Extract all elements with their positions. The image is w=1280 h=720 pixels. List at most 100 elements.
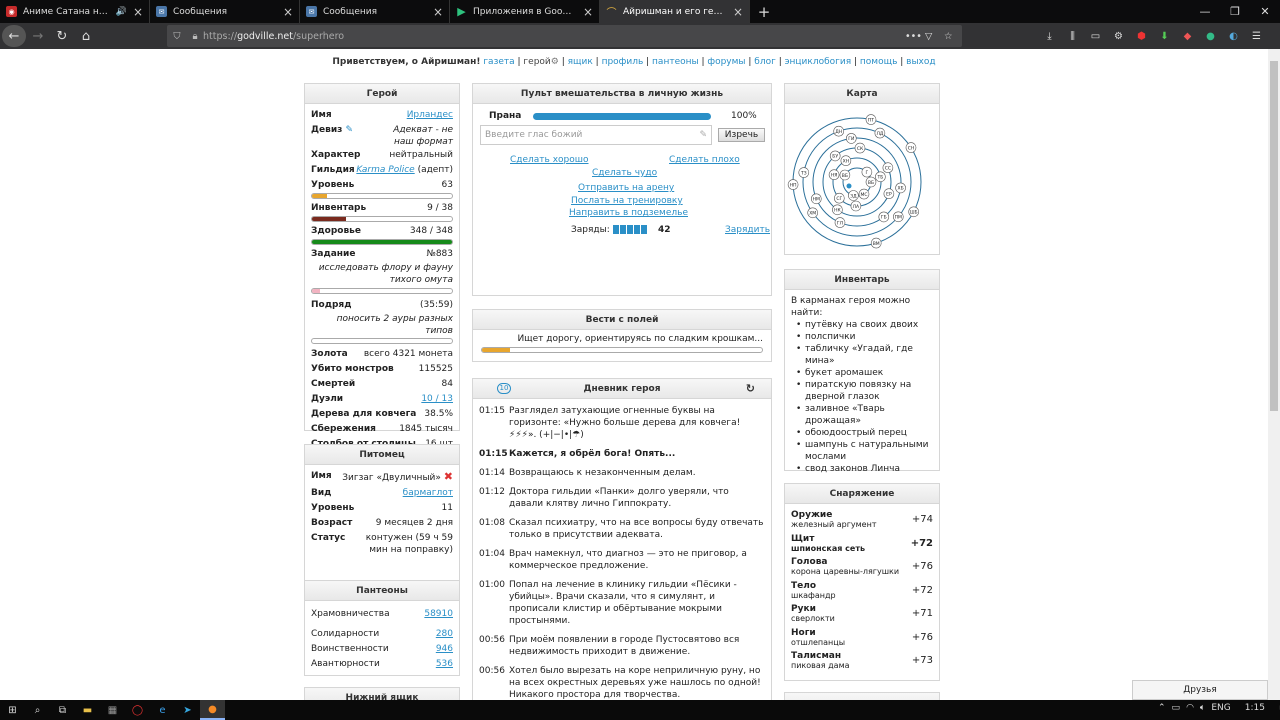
remove-pet-icon[interactable]: ✖	[444, 470, 453, 483]
library-icon[interactable]: ⫼	[1061, 26, 1084, 46]
send-training-link[interactable]: Послать на тренировку	[571, 196, 683, 206]
nav-link-forums[interactable]: форумы	[707, 57, 745, 67]
close-tab-icon[interactable]: ×	[133, 5, 143, 19]
equipment-item-name: железный аргумент	[791, 520, 877, 530]
nav-link-pantheons[interactable]: пантеоны	[652, 57, 699, 67]
voice-hint-icon[interactable]: ✎	[699, 130, 707, 140]
edit-icon[interactable]: ✎	[346, 125, 354, 135]
task-view-icon[interactable]: ⧉	[50, 700, 75, 720]
world-map[interactable]: ВБСГСКГБТЗСНЗДХНЕРНМЛДВМВБ ТБНКГИПМНПГЛАБ…	[785, 104, 939, 254]
close-tab-icon[interactable]: ×	[583, 5, 593, 19]
send-dungeon-link[interactable]: Направить в подземелье	[569, 208, 688, 218]
bookmark-star-icon[interactable]: ☆	[944, 31, 953, 42]
gear-icon[interactable]: ⚙	[551, 57, 559, 67]
browser-tab-anime[interactable]: ◉ Аниме Сатана на подрабо 🔊 ×	[0, 0, 150, 23]
friends-button[interactable]: Друзья	[1132, 680, 1268, 700]
shield-icon[interactable]: ⛉	[167, 31, 187, 42]
nav-link-hero[interactable]: герой	[523, 57, 550, 67]
map-town-label: НК	[834, 208, 841, 214]
sync-icon[interactable]: ◐	[1222, 26, 1245, 46]
tab-title: Сообщения	[323, 6, 378, 17]
do-miracle-link[interactable]: Сделать чудо	[592, 168, 657, 178]
address-bar[interactable]: ⛉ 🔒︎ https://godville.net/superhero ••• …	[167, 25, 962, 47]
browser-tab-messages-1[interactable]: ✉ Сообщения ×	[150, 0, 300, 23]
forward-button[interactable]: →	[26, 25, 50, 47]
nav-link-encyclopedia[interactable]: энциклобогия	[785, 57, 852, 67]
feat-text: поносить 2 ауры разных типов	[336, 314, 453, 336]
firefox-icon[interactable]: ●	[200, 700, 225, 720]
edge-icon[interactable]: e	[150, 700, 175, 720]
equipment-slot: Голова корона царевны-лягушки +76	[785, 555, 939, 579]
nav-link-profile[interactable]: профиль	[602, 57, 644, 67]
hero-duels-link[interactable]: 10 / 13	[421, 392, 453, 407]
temple-rank-link[interactable]: 58910	[424, 607, 453, 622]
page-actions-icon[interactable]: •••	[905, 31, 922, 42]
pet-kind-link[interactable]: бармаглот	[403, 486, 453, 501]
do-bad-link[interactable]: Сделать плохо	[669, 155, 740, 165]
map-town-label: СГ	[836, 196, 842, 202]
file-explorer-icon[interactable]: ▬	[75, 700, 100, 720]
browser-tab-messages-2[interactable]: ✉ Сообщения ×	[300, 0, 450, 23]
tray-chevron-icon[interactable]: ⌃	[1158, 703, 1166, 713]
close-window-icon[interactable]: ✕	[1250, 0, 1280, 23]
pantheons-header: Пантеоны	[305, 581, 459, 601]
language-indicator[interactable]: ENG	[1211, 703, 1230, 713]
menu-icon[interactable]: ☰	[1245, 26, 1268, 46]
do-good-link[interactable]: Сделать хорошо	[510, 155, 589, 165]
nav-link-help[interactable]: помощь	[860, 57, 897, 67]
vpn-icon[interactable]: ◆	[1176, 26, 1199, 46]
adventure-rank-link[interactable]: 536	[436, 657, 453, 672]
url-path: /superhero	[292, 30, 345, 42]
nav-link-logout[interactable]: выход	[906, 57, 935, 67]
voice-submit-button[interactable]: Изречь	[718, 128, 765, 142]
nav-link-blog[interactable]: блог	[754, 57, 776, 67]
close-tab-icon[interactable]: ×	[733, 5, 743, 19]
wifi-icon[interactable]: ◠	[1186, 703, 1194, 713]
scrollbar-thumb[interactable]	[1270, 61, 1278, 411]
nav-link-box[interactable]: ящик	[568, 57, 593, 67]
militancy-rank-link[interactable]: 946	[436, 642, 453, 657]
close-tab-icon[interactable]: ×	[433, 5, 443, 19]
close-tab-icon[interactable]: ×	[283, 5, 293, 19]
network-icon[interactable]: ▭	[1172, 703, 1181, 713]
restore-icon[interactable]: ❐	[1220, 0, 1250, 23]
nav-link-newspaper[interactable]: газета	[483, 57, 514, 67]
adblock-icon[interactable]: ⬢	[1130, 26, 1153, 46]
speaker-icon[interactable]: 🔊	[116, 7, 127, 17]
windows-start-icon[interactable]: ⊞	[0, 700, 25, 720]
app-icon[interactable]: ▦	[100, 700, 125, 720]
browser-tab-godville[interactable]: ⌒ Айришман и его герой ×	[600, 0, 750, 23]
home-button[interactable]: ⌂	[74, 25, 98, 47]
lock-icon[interactable]: 🔒︎	[187, 31, 203, 42]
map-panel: Карта ВБ СГ СК ГБ ТЗ СН ЗД ХН ЕР НМ ЛД ВМ ВБ ТБ НК ГИ ПМ…	[784, 83, 940, 255]
pocket-icon[interactable]: ▽	[925, 31, 932, 42]
send-arena-link[interactable]: Отправить на арену	[578, 183, 674, 193]
browser-tab-google-play[interactable]: ▶ Приложения в Google Play – G ×	[450, 0, 600, 23]
telegram-icon[interactable]: ➤	[175, 700, 200, 720]
recharge-link[interactable]: Зарядить	[725, 225, 770, 235]
prana-value: 100%	[731, 111, 757, 121]
search-icon[interactable]: ⌕	[25, 700, 50, 720]
minimize-icon[interactable]: —	[1190, 0, 1220, 23]
tracker-icon[interactable]: ●	[1199, 26, 1222, 46]
download-helper-icon[interactable]: ⬇	[1153, 26, 1176, 46]
opera-icon[interactable]: ◯	[125, 700, 150, 720]
diary-badge[interactable]: 10	[497, 383, 511, 394]
hero-name-link[interactable]: Ирландес	[407, 108, 453, 123]
new-tab-button[interactable]: +	[750, 0, 778, 23]
label: Воинственности	[311, 644, 389, 654]
clock[interactable]: 1:15	[1245, 703, 1265, 713]
label: Девиз ✎	[311, 125, 354, 135]
back-button[interactable]: ←	[2, 25, 26, 47]
page-scrollbar[interactable]	[1268, 49, 1280, 700]
solidarity-rank-link[interactable]: 280	[436, 627, 453, 642]
guild-link[interactable]: Karma Police	[356, 165, 414, 175]
reload-button[interactable]: ↻	[50, 25, 74, 47]
download-icon[interactable]: ⤓	[1038, 26, 1061, 46]
inventory-header: Инвентарь	[785, 270, 939, 290]
reader-icon[interactable]: ▭	[1084, 26, 1107, 46]
extension-icon[interactable]: ⚙	[1107, 26, 1130, 46]
voice-input[interactable]: Введите глас божий ✎	[480, 125, 712, 145]
refresh-icon[interactable]: ↻	[746, 379, 755, 399]
volume-icon[interactable]: 🔈︎	[1200, 703, 1205, 713]
